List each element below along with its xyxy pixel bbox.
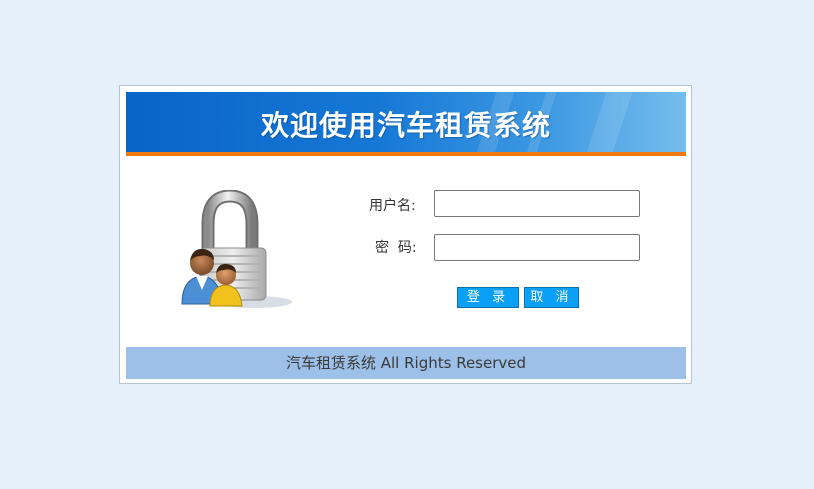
- footer-copyright: 汽车租赁系统 All Rights Reserved: [126, 347, 686, 379]
- padlock-users-icon: [181, 190, 292, 308]
- username-label: 用户名:: [369, 198, 416, 214]
- page-title: 欢迎使用汽车租赁系统: [260, 109, 551, 142]
- banner-stripe: [126, 152, 686, 156]
- login-panel: 欢迎使用汽车租赁系统 用户名: 密 码: 登 录 取 消 汽车租赁系统 All …: [119, 85, 692, 384]
- password-label: 密 码:: [375, 240, 417, 256]
- password-input[interactable]: [434, 234, 640, 261]
- login-button[interactable]: 登 录: [457, 287, 519, 308]
- username-input[interactable]: [434, 190, 640, 217]
- cancel-button[interactable]: 取 消: [524, 287, 579, 308]
- header-banner: 欢迎使用汽车租赁系统: [126, 92, 686, 156]
